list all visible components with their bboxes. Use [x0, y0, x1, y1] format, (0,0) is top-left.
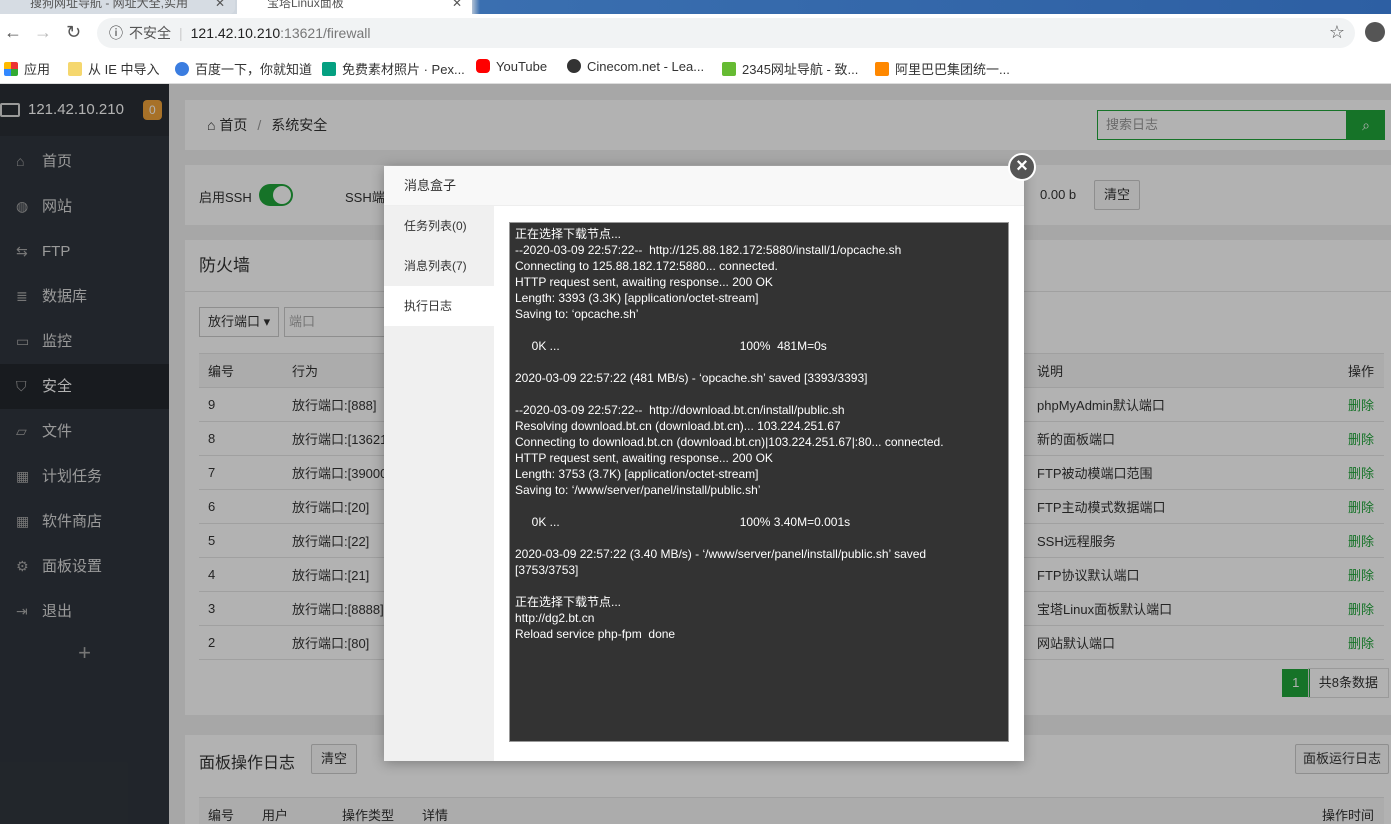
bookmarks-bar: 应用 从 IE 中导入 百度一下，你就知道 免费素材照片 · Pex... Yo…	[0, 52, 1391, 84]
youtube-icon	[476, 59, 490, 73]
address-bar-row: ← → ↻ ⓘ 不安全 | 121.42.10.210:13621/firewall …	[0, 14, 1391, 52]
bookmark-star-icon[interactable]: ☆	[1329, 22, 1345, 43]
info-icon: ⓘ	[109, 25, 123, 41]
browser-tab-active[interactable]: 宝塔Linux面板 ✕	[237, 0, 472, 14]
message-box-modal: 消息盒子 任务列表(0) 消息列表(7) 执行日志 正在选择下载节点... --…	[384, 166, 1024, 761]
tab-message-list[interactable]: 消息列表(7)	[384, 246, 494, 286]
tab-task-list[interactable]: 任务列表(0)	[384, 206, 494, 246]
baidu-icon	[175, 62, 189, 76]
url-input[interactable]: ⓘ 不安全 | 121.42.10.210:13621/firewall	[97, 18, 1355, 48]
bookmark-item[interactable]: 阿里巴巴集团统一...	[875, 59, 1010, 78]
bookmark-item[interactable]: 免费素材照片 · Pex...	[322, 59, 465, 78]
close-tab-icon[interactable]: ✕	[215, 0, 225, 10]
alibaba-icon	[875, 62, 889, 76]
account-icon[interactable]	[1365, 22, 1385, 42]
bookmark-item[interactable]: 2345网址导航 - 致...	[722, 59, 858, 78]
bookmark-apps[interactable]: 应用	[4, 59, 50, 78]
cinecom-icon	[567, 59, 581, 73]
exec-log-output[interactable]: 正在选择下载节点... --2020-03-09 22:57:22-- http…	[509, 222, 1009, 742]
apps-grid-icon	[4, 62, 18, 76]
bookmark-item[interactable]: 从 IE 中导入	[68, 59, 160, 78]
close-modal-icon[interactable]: ×	[1008, 153, 1036, 181]
folder-icon	[68, 62, 82, 76]
modal-tabs: 任务列表(0) 消息列表(7) 执行日志	[384, 206, 494, 761]
tab-exec-log[interactable]: 执行日志	[384, 286, 494, 326]
bookmark-item[interactable]: Cinecom.net - Lea...	[567, 59, 704, 74]
browser-tab[interactable]: 搜狗网址导航 - 网址大全,实用 ✕	[0, 0, 235, 14]
bookmark-item[interactable]: 百度一下，你就知道	[175, 59, 312, 78]
tab-strip: 搜狗网址导航 - 网址大全,实用 ✕ 宝塔Linux面板 ✕	[0, 0, 1391, 14]
back-icon[interactable]: ←	[4, 22, 22, 43]
pexels-icon	[322, 62, 336, 76]
bookmark-item[interactable]: YouTube	[476, 59, 547, 74]
modal-title: 消息盒子	[384, 166, 1024, 206]
2345-icon	[722, 62, 736, 76]
forward-icon[interactable]: →	[34, 22, 52, 43]
reload-icon[interactable]: ↻	[66, 22, 81, 43]
close-tab-icon[interactable]: ✕	[452, 0, 462, 10]
